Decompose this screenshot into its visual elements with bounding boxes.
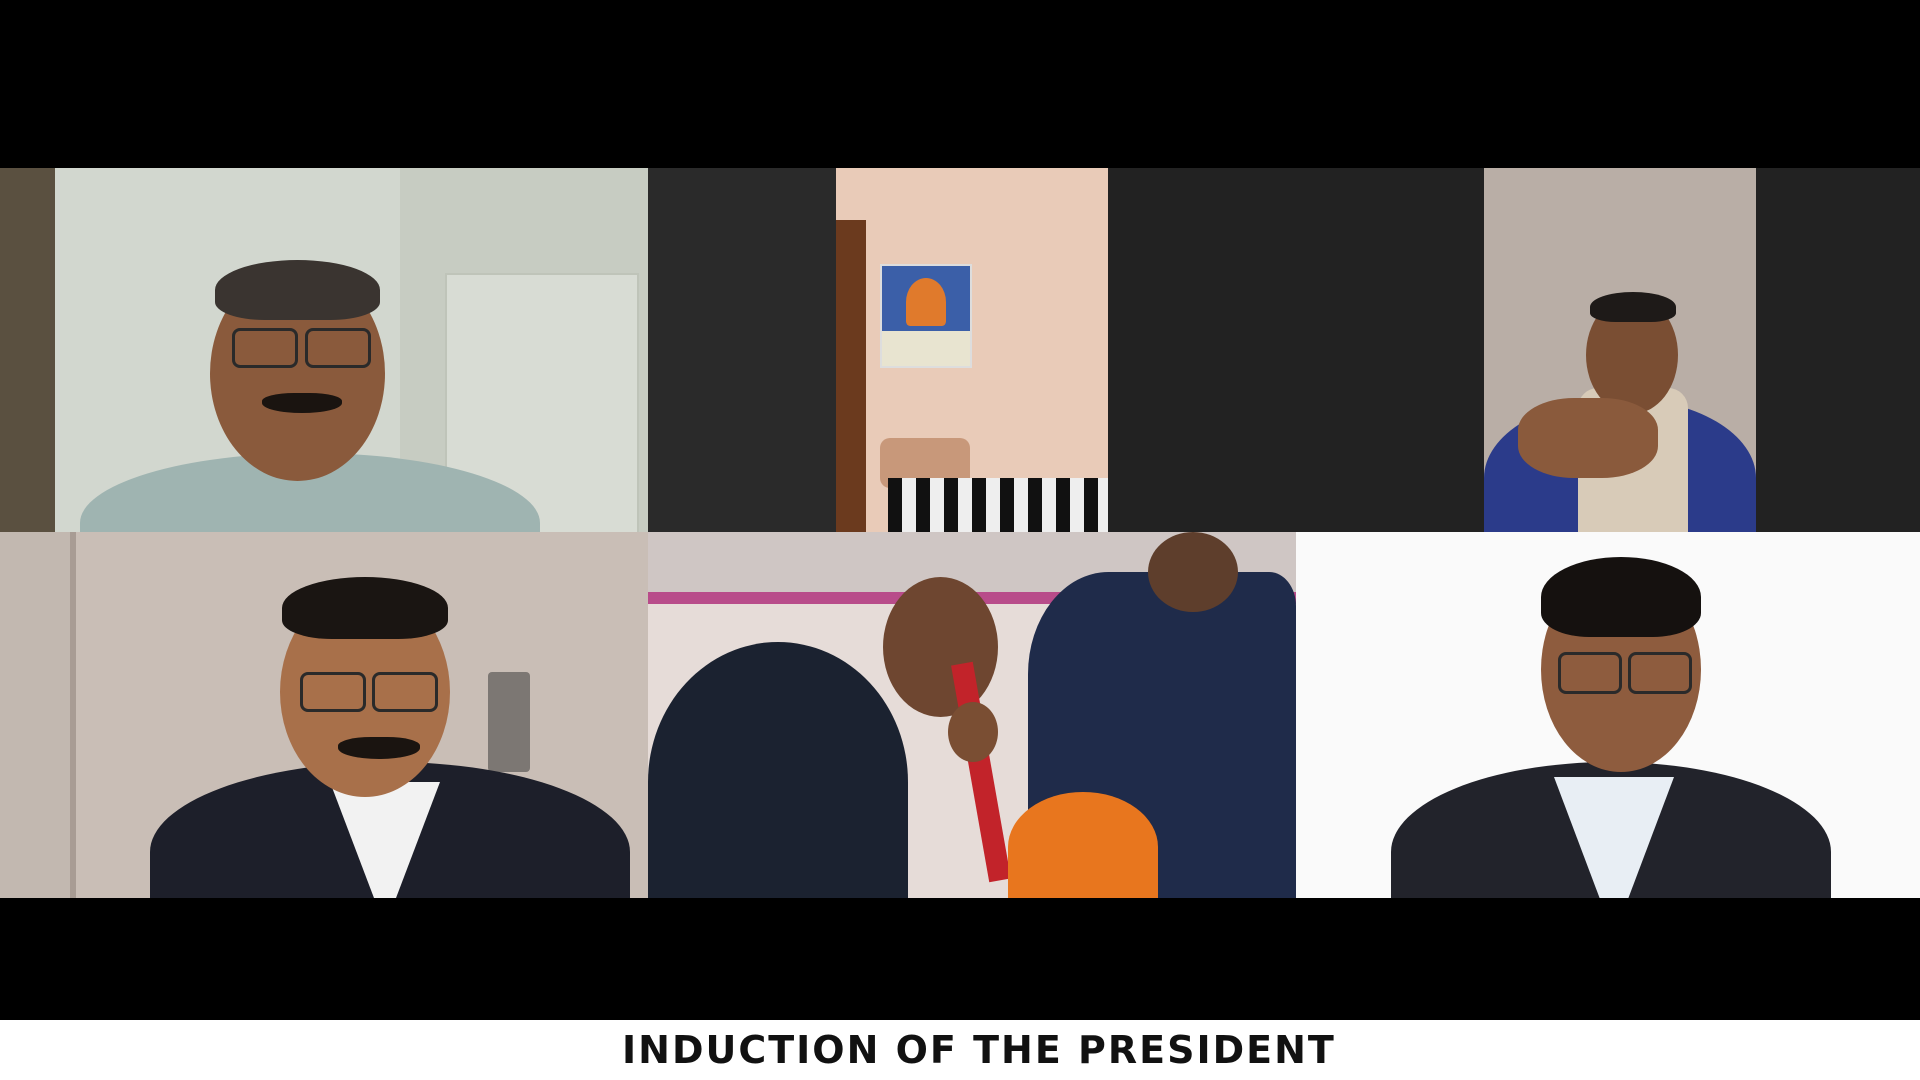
glasses-icon <box>1628 652 1692 694</box>
wall-poster <box>880 264 972 368</box>
glasses-icon <box>1558 652 1622 694</box>
caption-title: INDUCTION OF THE PRESIDENT <box>622 1028 1336 1072</box>
video-tile-participant-3[interactable] <box>1108 168 1920 532</box>
clapping-hands <box>1518 398 1658 478</box>
participant-hair <box>1541 557 1701 637</box>
mustache <box>338 737 420 759</box>
video-tile-participant-6[interactable] <box>1296 532 1920 898</box>
participant-hair <box>1590 292 1676 322</box>
onlooker-head <box>948 702 998 762</box>
video-tile-participant-2[interactable] <box>648 168 1108 532</box>
glasses-icon <box>300 672 366 712</box>
video-grid <box>0 168 1920 898</box>
glasses-icon <box>232 328 298 368</box>
onlooker-body <box>1008 792 1158 898</box>
video-tile-participant-4[interactable] <box>0 532 648 898</box>
bookshelf <box>836 220 866 532</box>
checkered-cloth <box>888 478 1108 532</box>
video-tile-participant-5[interactable] <box>648 532 1296 898</box>
glasses-icon <box>305 328 371 368</box>
mustache <box>262 393 342 413</box>
inductee-head <box>883 577 998 717</box>
participant-hair <box>215 260 380 320</box>
poster-figure <box>906 278 946 326</box>
door-lock <box>488 672 530 772</box>
video-tile-participant-1[interactable] <box>0 168 648 532</box>
caption-bar: INDUCTION OF THE PRESIDENT <box>0 1020 1920 1080</box>
glasses-icon <box>372 672 438 712</box>
presiding-officer-head <box>1148 532 1238 612</box>
participant-hair <box>282 577 448 639</box>
